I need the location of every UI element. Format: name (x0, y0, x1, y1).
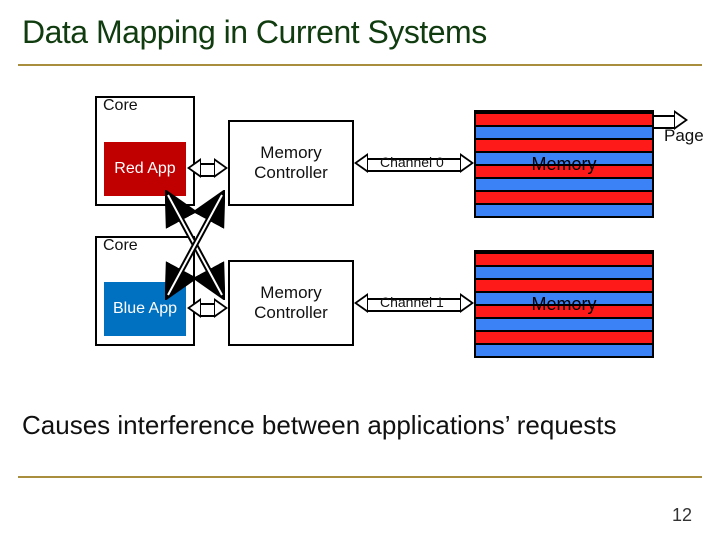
memory-row (476, 190, 652, 203)
memory-row (476, 164, 652, 177)
memory-top: Memory (474, 110, 654, 218)
memory-row (476, 203, 652, 216)
mc-bottom-label: Memory Controller (230, 283, 352, 322)
memory-row (476, 112, 652, 125)
core-bottom-label: Core (103, 237, 138, 255)
page-number: 12 (672, 505, 692, 526)
memory-row (476, 330, 652, 343)
memory-row (476, 138, 652, 151)
core-top-label: Core (103, 97, 138, 115)
memory-row (476, 265, 652, 278)
memory-row (476, 278, 652, 291)
memory-row (476, 343, 652, 356)
conclusion-text: Causes interference between applications… (22, 410, 617, 441)
memory-row (476, 151, 652, 164)
red-app-label: Red App (114, 160, 175, 178)
memory-row (476, 177, 652, 190)
channel-0-label: Channel 0 (380, 154, 444, 170)
footer-divider (18, 476, 702, 478)
memory-bottom: Memory (474, 250, 654, 358)
blue-app-label: Blue App (113, 300, 177, 318)
channel-1-label: Channel 1 (380, 294, 444, 310)
memory-row (476, 317, 652, 330)
memory-controller-bottom: Memory Controller (228, 260, 354, 346)
memory-row (476, 291, 652, 304)
page-annotation-label: Page (664, 126, 704, 146)
blue-app-box: Blue App (104, 282, 186, 336)
red-app-box: Red App (104, 142, 186, 196)
memory-row (476, 252, 652, 265)
memory-row (476, 125, 652, 138)
mc-top-label: Memory Controller (230, 143, 352, 182)
slide-title: Data Mapping in Current Systems (22, 14, 487, 51)
memory-controller-top: Memory Controller (228, 120, 354, 206)
title-divider (18, 64, 702, 66)
memory-row (476, 304, 652, 317)
